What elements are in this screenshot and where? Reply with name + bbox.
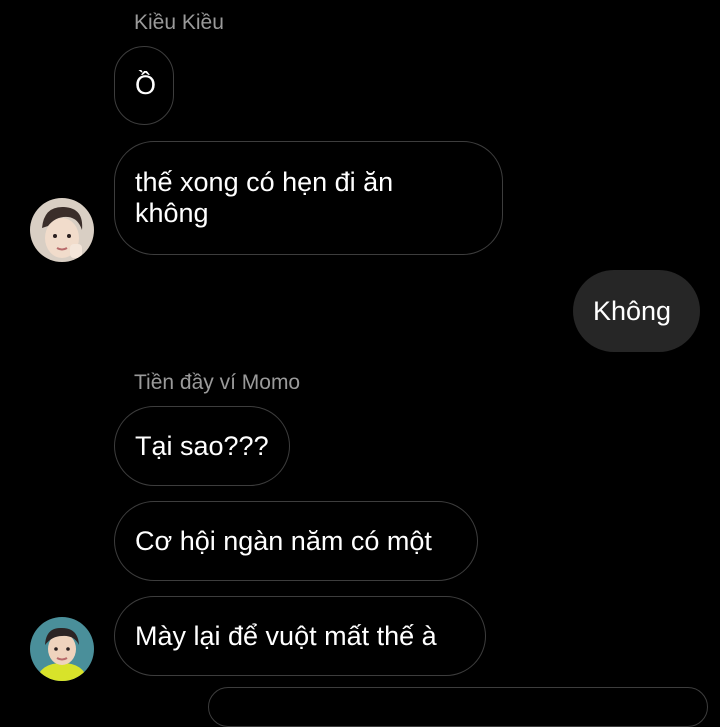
message-text: Không xyxy=(593,295,672,326)
message-text: Tại sao??? xyxy=(135,430,269,461)
avatar-tien-day-vi-momo[interactable] xyxy=(30,617,94,681)
message-text: thế xong có hẹn đi ăn không xyxy=(135,167,394,228)
message-bubble-partial[interactable] xyxy=(208,687,708,727)
avatar-photo-icon xyxy=(30,198,94,262)
message-bubble[interactable]: Mày lại để vuột mất thế à xyxy=(114,596,486,676)
sender-name-2: Tiền đầy ví Momo xyxy=(134,371,301,394)
message-bubble[interactable]: thế xong có hẹn đi ăn không xyxy=(114,141,503,255)
message-text: Mày lại để vuột mất thế à xyxy=(135,620,437,651)
avatar-photo-icon xyxy=(30,617,94,681)
message-text: Ồ xyxy=(135,70,157,100)
message-bubble[interactable]: Ồ xyxy=(114,46,174,125)
message-bubble[interactable]: Tại sao??? xyxy=(114,406,290,486)
message-bubble[interactable]: Cơ hội ngàn năm có một xyxy=(114,501,478,581)
avatar-kieu-kieu[interactable] xyxy=(30,198,94,262)
sender-name-1: Kiều Kiều xyxy=(134,11,224,34)
message-text: Cơ hội ngàn năm có một xyxy=(135,525,432,556)
outgoing-message-bubble[interactable]: Không xyxy=(573,270,700,352)
